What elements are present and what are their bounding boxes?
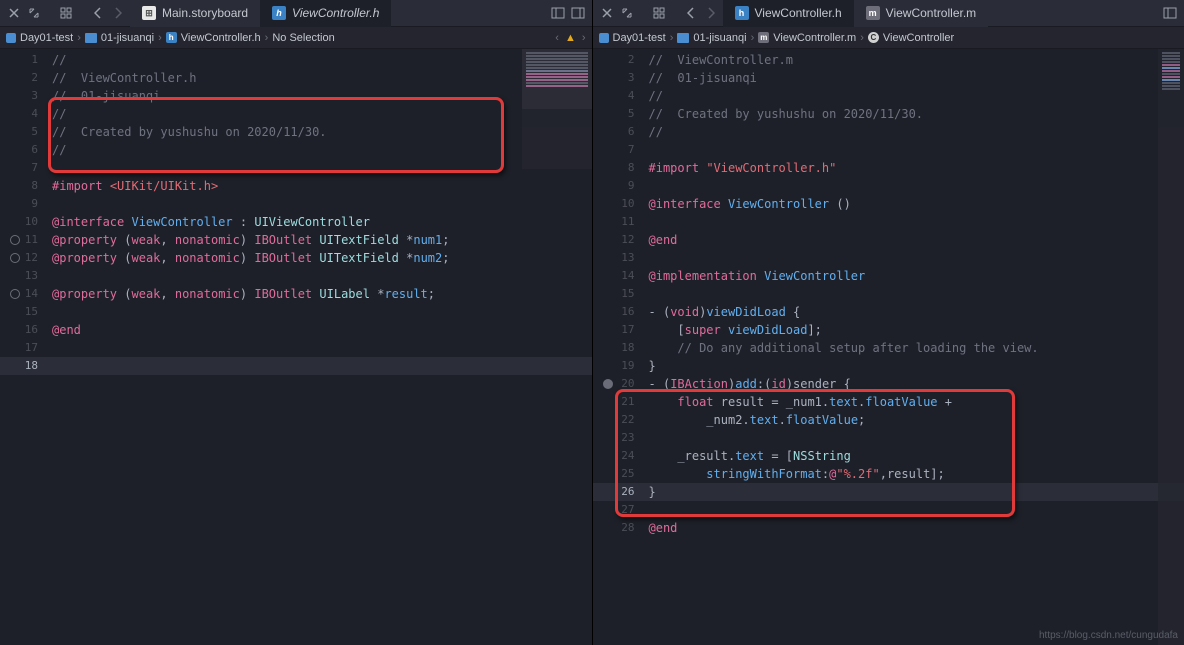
layout-icon[interactable] <box>550 5 566 21</box>
left-editor[interactable]: 123456789101112131415161718 //// ViewCon… <box>0 49 592 645</box>
grid-icon[interactable] <box>651 5 667 21</box>
warning-icon[interactable]: ▲ <box>565 32 576 44</box>
watermark: https://blog.csdn.net/cungudafa <box>1039 630 1178 641</box>
project-icon <box>6 33 16 43</box>
right-topbar: h ViewController.h m ViewController.m <box>593 0 1184 27</box>
right-editor[interactable]: 2345678910111213141516171819202122232425… <box>593 49 1184 645</box>
header-icon: h <box>166 32 177 43</box>
forward-icon[interactable] <box>110 5 126 21</box>
split-icon[interactable] <box>570 5 586 21</box>
left-breadcrumb[interactable]: Day01-test › 01-jisuanqi › h ViewControl… <box>0 27 592 49</box>
right-minimap[interactable] <box>1158 49 1184 645</box>
folder-icon <box>85 33 97 43</box>
grid-icon[interactable] <box>58 5 74 21</box>
class-icon: C <box>868 32 879 43</box>
expand-icon[interactable] <box>619 5 635 21</box>
header-icon: h <box>272 6 286 20</box>
impl-icon: m <box>866 6 880 20</box>
left-topbar: ⊞ Main.storyboard h ViewController.h <box>0 0 592 27</box>
next-icon[interactable]: › <box>582 32 586 44</box>
left-gutter: 123456789101112131415161718 <box>0 49 46 645</box>
header-icon: h <box>735 6 749 20</box>
left-minimap[interactable] <box>522 49 592 169</box>
tab-label: ViewController.h <box>755 6 842 20</box>
right-code[interactable]: // ViewController.m// 01-jisuanqi//// Cr… <box>643 49 1184 645</box>
left-editor-pane: ⊞ Main.storyboard h ViewController.h Day… <box>0 0 593 645</box>
close-icon[interactable] <box>6 5 22 21</box>
back-icon[interactable] <box>683 5 699 21</box>
impl-icon: m <box>758 32 769 43</box>
expand-icon[interactable] <box>26 5 42 21</box>
prev-icon[interactable]: ‹ <box>555 32 559 44</box>
layout-icon[interactable] <box>1162 5 1178 21</box>
tab-label: ViewController.m <box>886 6 976 20</box>
tab-label: Main.storyboard <box>162 6 248 20</box>
forward-icon[interactable] <box>703 5 719 21</box>
tab-label: ViewController.h <box>292 6 379 20</box>
tab-storyboard[interactable]: ⊞ Main.storyboard <box>130 0 260 27</box>
right-gutter: 2345678910111213141516171819202122232425… <box>593 49 643 645</box>
close-icon[interactable] <box>599 5 615 21</box>
storyboard-icon: ⊞ <box>142 6 156 20</box>
folder-icon <box>677 33 689 43</box>
tab-header-file[interactable]: h ViewController.h <box>260 0 391 27</box>
project-icon <box>599 33 609 43</box>
tab-header-file[interactable]: h ViewController.h <box>723 0 854 27</box>
back-icon[interactable] <box>90 5 106 21</box>
right-editor-pane: h ViewController.h m ViewController.m Da… <box>593 0 1184 645</box>
tab-impl-file[interactable]: m ViewController.m <box>854 0 988 27</box>
right-breadcrumb[interactable]: Day01-test › 01-jisuanqi › m ViewControl… <box>593 27 1184 49</box>
left-code[interactable]: //// ViewController.h// 01-jisuanqi//// … <box>46 49 592 645</box>
